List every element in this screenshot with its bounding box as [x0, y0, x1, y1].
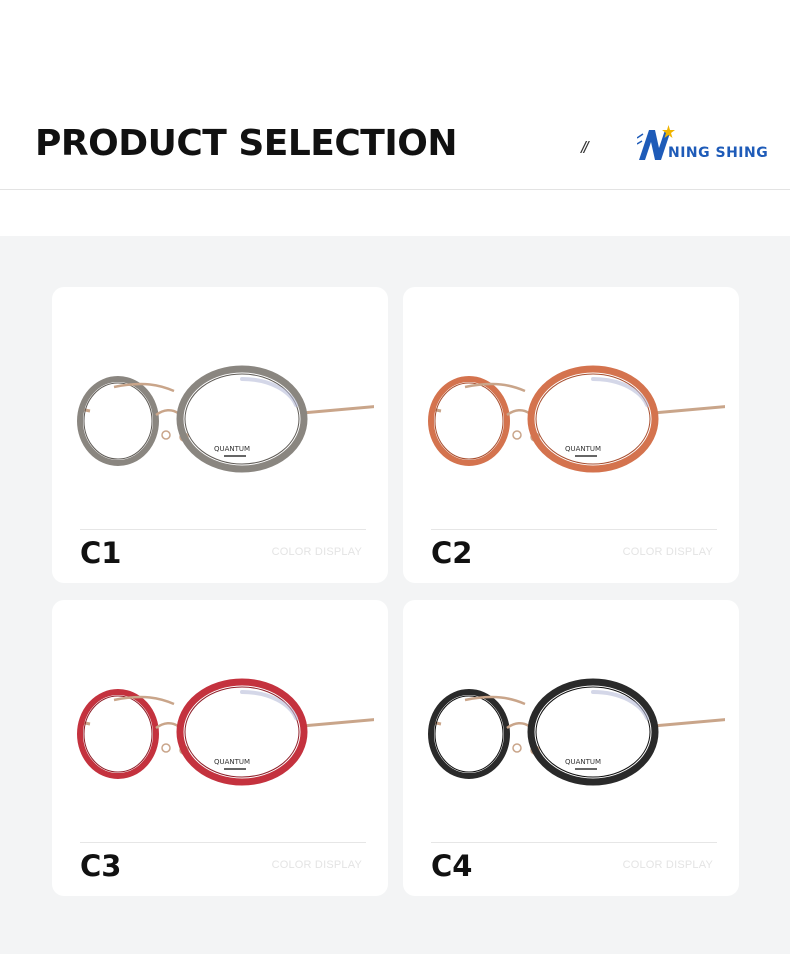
page-header: PRODUCT SELECTION // NING SHING	[0, 0, 790, 190]
card-divider	[431, 842, 717, 843]
page-title: PRODUCT SELECTION	[35, 123, 458, 164]
color-code: C2	[431, 536, 473, 570]
product-card-c4[interactable]: QUANTUM C4 COLOR DISPLAY	[403, 600, 739, 896]
glasses-c4-icon: QUANTUM	[428, 678, 725, 786]
product-card-c2[interactable]: QUANTUM C2 COLOR DISPLAY	[403, 287, 739, 583]
product-gallery: QUANTUM C1 COLOR DISPLAY QUANTUM C2 COLO…	[0, 236, 790, 954]
glasses-c2-icon: QUANTUM	[428, 365, 725, 473]
color-display-label: COLOR DISPLAY	[622, 859, 713, 871]
card-divider	[80, 842, 366, 843]
svg-text:QUANTUM: QUANTUM	[214, 445, 250, 453]
card-divider	[431, 529, 717, 530]
svg-text:QUANTUM: QUANTUM	[214, 758, 250, 766]
product-card-c1[interactable]: QUANTUM C1 COLOR DISPLAY	[52, 287, 388, 583]
glasses-c3-icon: QUANTUM	[77, 678, 374, 786]
color-display-label: COLOR DISPLAY	[271, 859, 362, 871]
svg-text:QUANTUM: QUANTUM	[565, 758, 601, 766]
color-code: C1	[80, 536, 122, 570]
glasses-c1-icon: QUANTUM	[77, 365, 374, 473]
color-display-label: COLOR DISPLAY	[622, 546, 713, 558]
product-card-c3[interactable]: QUANTUM C3 COLOR DISPLAY	[52, 600, 388, 896]
svg-text:QUANTUM: QUANTUM	[565, 445, 601, 453]
color-display-label: COLOR DISPLAY	[271, 546, 362, 558]
header-divider	[0, 189, 790, 190]
color-code: C4	[431, 849, 473, 883]
color-code: C3	[80, 849, 122, 883]
title-separator: //	[581, 138, 589, 157]
card-divider	[80, 529, 366, 530]
brand-logo-text: NING SHING	[668, 145, 769, 161]
